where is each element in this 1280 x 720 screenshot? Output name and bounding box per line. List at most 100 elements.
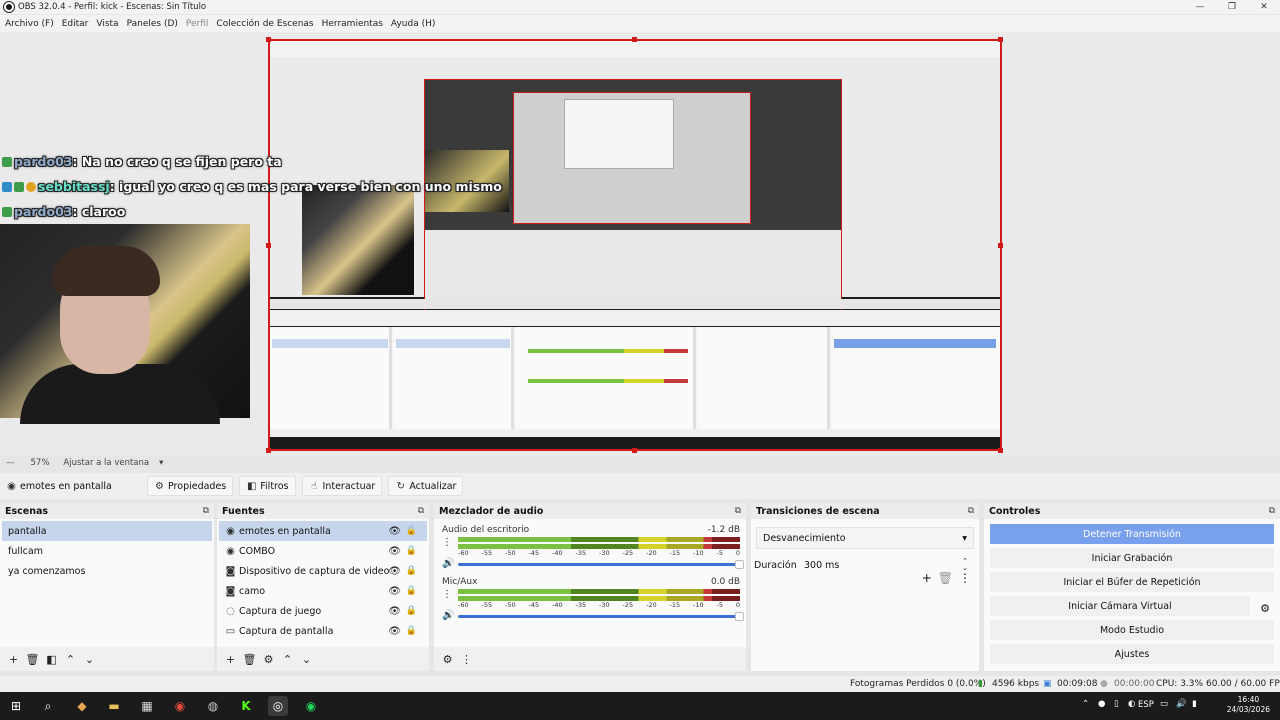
kebab-menu-icon[interactable]: ⋮: [457, 653, 476, 666]
kebab-menu-icon[interactable]: ⋮: [959, 571, 971, 585]
trash-icon[interactable]: 🗑: [240, 653, 259, 666]
resize-handle-r[interactable]: [998, 243, 1003, 248]
studio-mode-button[interactable]: Modo Estudio: [990, 620, 1274, 640]
spotify-icon[interactable]: ◉: [301, 696, 321, 716]
interact-button[interactable]: ☝ Interactuar: [301, 476, 383, 496]
chevron-down-icon[interactable]: ⌄: [80, 653, 99, 666]
gear-icon[interactable]: ⚙: [1260, 602, 1270, 615]
eye-icon[interactable]: 👁: [388, 546, 401, 557]
windows-start-icon[interactable]: ⊞: [6, 696, 26, 716]
filter-icon[interactable]: ◧: [42, 653, 61, 666]
battery-icon[interactable]: ▮: [1192, 699, 1197, 709]
stop-stream-button[interactable]: Detener Transmisión: [990, 524, 1274, 544]
eye-icon[interactable]: 👁: [388, 626, 401, 637]
menu-ayuda[interactable]: Ayuda (H): [388, 19, 438, 29]
close-button[interactable]: ✕: [1248, 0, 1280, 14]
resize-handle-bl[interactable]: [266, 448, 271, 453]
chrome-icon[interactable]: ◉: [170, 696, 190, 716]
zoom-dropdown-icon[interactable]: ▾: [159, 458, 163, 468]
chevron-up-icon[interactable]: ⌃: [61, 653, 80, 666]
scene-item-fullcam[interactable]: fullcam: [2, 541, 212, 561]
source-item-emotes[interactable]: ◉ emotes en pantalla 👁 🔒: [219, 521, 427, 541]
resize-handle-l[interactable]: [266, 243, 271, 248]
menu-coleccion-escenas[interactable]: Colección de Escenas: [213, 19, 316, 29]
start-replay-buffer-button[interactable]: Iniciar el Búfer de Repetición: [990, 572, 1274, 592]
volume-slider-knob[interactable]: [735, 560, 744, 569]
eye-icon[interactable]: 👁: [388, 566, 401, 577]
undock-icon[interactable]: ⧉: [968, 506, 974, 516]
add-icon[interactable]: +: [922, 571, 932, 585]
obs-icon[interactable]: ◎: [268, 696, 288, 716]
volume-slider[interactable]: [458, 612, 744, 621]
lock-icon[interactable]: 🔒: [406, 606, 417, 616]
eye-icon[interactable]: 👁: [388, 606, 401, 617]
lock-icon[interactable]: 🔒: [406, 526, 417, 536]
minimize-button[interactable]: —: [1184, 0, 1216, 14]
properties-button[interactable]: ⚙ Propiedades: [147, 476, 234, 496]
copilot-icon[interactable]: ◆: [72, 696, 92, 716]
menu-perfil[interactable]: Perfil: [183, 19, 212, 29]
source-item-video-capture[interactable]: ◙ Dispositivo de captura de video 👁 🔒: [219, 561, 427, 581]
restore-button[interactable]: ❐: [1216, 0, 1248, 14]
filters-button[interactable]: ◧ Filtros: [239, 476, 296, 496]
gear-icon[interactable]: ⚙: [259, 653, 278, 666]
tray-icon[interactable]: ▯: [1114, 699, 1119, 709]
resize-handle-br[interactable]: [998, 448, 1003, 453]
spinner-icon[interactable]: ⌃ ⌄: [962, 558, 968, 572]
gamepad-icon[interactable]: ◍: [203, 696, 223, 716]
screen-capture-source[interactable]: [268, 39, 1002, 451]
volume-slider[interactable]: [458, 560, 744, 569]
source-item-combo[interactable]: ◉ COMBO 👁 🔒: [219, 541, 427, 561]
clock[interactable]: 16:40 24/03/2026: [1227, 695, 1270, 715]
eye-icon[interactable]: 👁: [388, 586, 401, 597]
resize-handle-tr[interactable]: [998, 37, 1003, 42]
tray-icon[interactable]: ◐: [1128, 699, 1135, 709]
undock-icon[interactable]: ⧉: [418, 506, 424, 516]
preview-canvas[interactable]: pardo03: Na no creo q se fijen pero ta s…: [0, 32, 1280, 456]
add-icon[interactable]: +: [221, 653, 240, 666]
chevron-down-icon[interactable]: ⌄: [297, 653, 316, 666]
source-item-game-capture[interactable]: ◌ Captura de juego 👁 🔒: [219, 601, 427, 621]
volume-slider-knob[interactable]: [735, 612, 744, 621]
network-icon[interactable]: ▭: [1160, 699, 1168, 709]
menu-archivo[interactable]: Archivo (F): [2, 19, 57, 29]
lock-icon[interactable]: 🔒: [406, 566, 417, 576]
scene-item-pantalla[interactable]: pantalla: [2, 521, 212, 541]
language-indicator[interactable]: ESP: [1138, 700, 1154, 710]
speaker-icon[interactable]: 🔊: [442, 610, 454, 621]
start-recording-button[interactable]: Iniciar Grabación: [990, 548, 1274, 568]
speaker-icon[interactable]: 🔊: [442, 558, 454, 569]
undock-icon[interactable]: ⧉: [735, 506, 741, 516]
zoom-fit-label[interactable]: Ajustar a la ventana: [63, 458, 149, 468]
mixer-settings-icon[interactable]: ⚙: [438, 653, 457, 666]
trash-icon[interactable]: 🗑: [23, 653, 42, 666]
add-icon[interactable]: +: [4, 653, 23, 666]
source-item-camo[interactable]: ◙ camo 👁 🔒: [219, 581, 427, 601]
undock-icon[interactable]: ⧉: [203, 506, 209, 516]
tray-chevron-icon[interactable]: ⌃: [1082, 699, 1089, 709]
lock-icon[interactable]: 🔒: [406, 586, 417, 596]
refresh-button[interactable]: ↻ Actualizar: [388, 476, 464, 496]
undock-icon[interactable]: ⧉: [1269, 506, 1275, 516]
search-icon[interactable]: ⌕: [38, 696, 58, 716]
lock-icon[interactable]: 🔒: [406, 546, 417, 556]
kebab-menu-icon[interactable]: ⋮: [442, 537, 452, 548]
resize-handle-b[interactable]: [632, 448, 637, 453]
tray-icon[interactable]: ●: [1098, 699, 1105, 709]
start-virtual-camera-button[interactable]: Iniciar Cámara Virtual: [990, 596, 1250, 616]
trash-icon[interactable]: 🗑: [938, 571, 953, 585]
store-icon[interactable]: ▦: [137, 696, 157, 716]
menu-herramientas[interactable]: Herramientas: [319, 19, 386, 29]
scene-item-ya-comenzamos[interactable]: ya comenzamos: [2, 561, 212, 581]
resize-handle-tl[interactable]: [266, 37, 271, 42]
chevron-up-icon[interactable]: ⌃: [278, 653, 297, 666]
resize-handle-t[interactable]: [632, 37, 637, 42]
kick-icon[interactable]: K: [236, 696, 256, 716]
menu-editar[interactable]: Editar: [59, 19, 92, 29]
eye-icon[interactable]: 👁: [388, 526, 401, 537]
settings-button[interactable]: Ajustes: [990, 644, 1274, 664]
source-item-screen-capture[interactable]: ▭ Captura de pantalla 👁 🔒: [219, 621, 427, 641]
kebab-menu-icon[interactable]: ⋮: [442, 589, 452, 600]
menu-vista[interactable]: Vista: [93, 19, 121, 29]
menu-paneles[interactable]: Paneles (D): [124, 19, 181, 29]
